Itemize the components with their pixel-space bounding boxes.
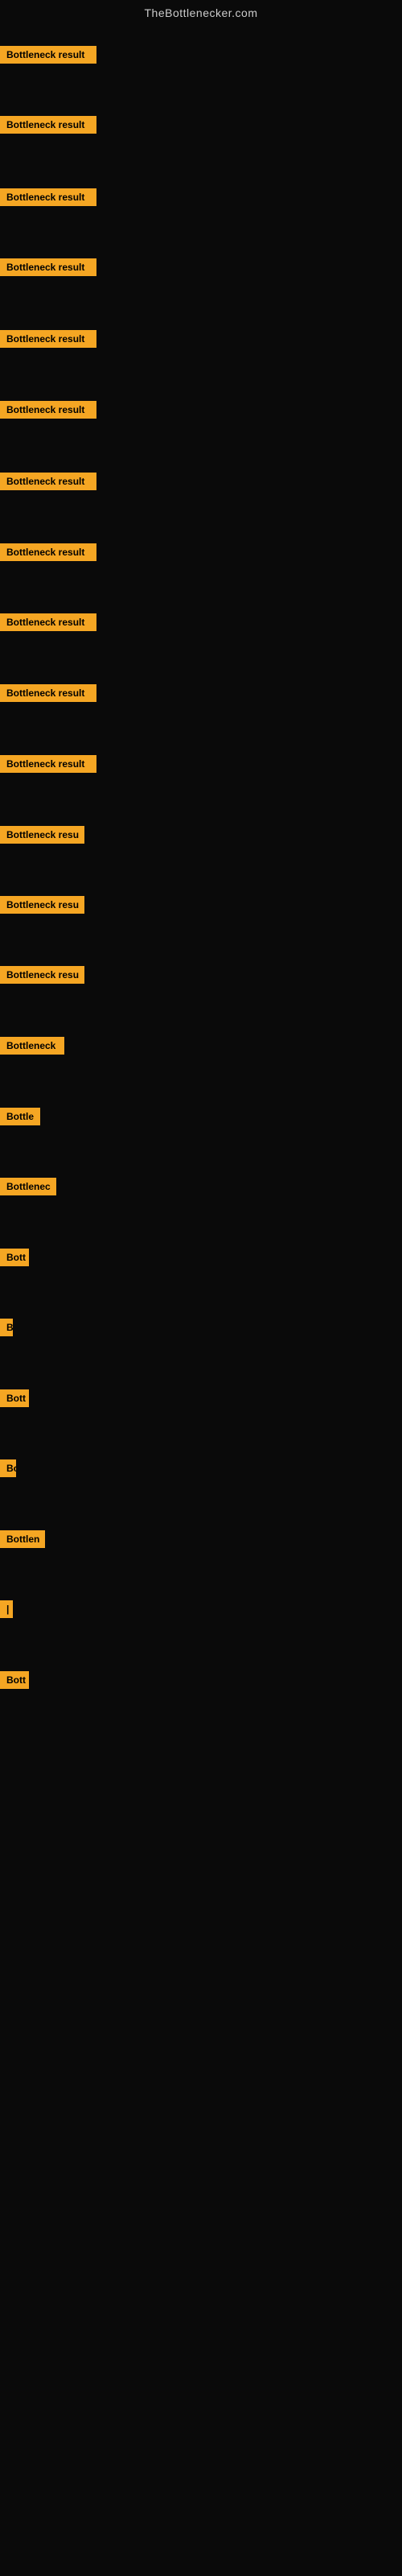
bottleneck-badge: Bottleneck result bbox=[0, 684, 96, 702]
bottleneck-badge: Bottle bbox=[0, 1108, 40, 1125]
bottleneck-result-item[interactable]: Bottleneck result bbox=[0, 543, 96, 565]
site-title: TheBottlenecker.com bbox=[0, 0, 402, 23]
bottleneck-badge: Bottlen bbox=[0, 1530, 45, 1548]
bottleneck-result-item[interactable]: Bottleneck result bbox=[0, 46, 96, 68]
bottleneck-result-item[interactable]: Bo bbox=[0, 1459, 16, 1481]
bottleneck-badge: Bott bbox=[0, 1389, 29, 1407]
bottleneck-badge: Bott bbox=[0, 1249, 29, 1266]
bottleneck-badge: Bottleneck result bbox=[0, 188, 96, 206]
bottleneck-badge: Bottleneck result bbox=[0, 755, 96, 773]
bottleneck-result-item[interactable]: Bottlenec bbox=[0, 1178, 56, 1199]
bottleneck-badge: Bottleneck resu bbox=[0, 966, 84, 984]
bottleneck-badge: B bbox=[0, 1319, 13, 1336]
bottleneck-result-item[interactable]: Bottleneck result bbox=[0, 684, 96, 706]
bottleneck-result-item[interactable]: Bott bbox=[0, 1671, 29, 1693]
bottleneck-badge: Bo bbox=[0, 1459, 16, 1477]
bottleneck-result-item[interactable]: | bbox=[0, 1600, 13, 1622]
bottleneck-result-item[interactable]: B bbox=[0, 1319, 13, 1340]
bottleneck-result-item[interactable]: Bottleneck result bbox=[0, 755, 96, 777]
bottleneck-result-item[interactable]: Bottleneck resu bbox=[0, 826, 84, 848]
bottleneck-badge: Bottleneck result bbox=[0, 116, 96, 134]
bottleneck-badge: Bottleneck result bbox=[0, 613, 96, 631]
bottleneck-result-item[interactable]: Bottleneck resu bbox=[0, 896, 84, 918]
bottleneck-result-item[interactable]: Bottleneck result bbox=[0, 473, 96, 494]
bottleneck-badge: Bottleneck resu bbox=[0, 826, 84, 844]
bottleneck-badge: Bott bbox=[0, 1671, 29, 1689]
bottleneck-badge: Bottleneck result bbox=[0, 46, 96, 64]
bottleneck-badge: Bottleneck result bbox=[0, 543, 96, 561]
bottleneck-result-item[interactable]: Bott bbox=[0, 1249, 29, 1270]
bottleneck-result-item[interactable]: Bottleneck bbox=[0, 1037, 64, 1059]
bottleneck-result-item[interactable]: Bottleneck resu bbox=[0, 966, 84, 988]
bottleneck-result-item[interactable]: Bottleneck result bbox=[0, 330, 96, 352]
bottleneck-badge: Bottleneck result bbox=[0, 330, 96, 348]
bottleneck-result-item[interactable]: Bott bbox=[0, 1389, 29, 1411]
bottleneck-result-item[interactable]: Bottle bbox=[0, 1108, 40, 1129]
bottleneck-badge: Bottleneck result bbox=[0, 473, 96, 490]
bottleneck-result-item[interactable]: Bottleneck result bbox=[0, 116, 96, 138]
bottleneck-result-item[interactable]: Bottleneck result bbox=[0, 258, 96, 280]
bottleneck-result-item[interactable]: Bottleneck result bbox=[0, 613, 96, 635]
bottleneck-badge: Bottlenec bbox=[0, 1178, 56, 1195]
bottleneck-result-item[interactable]: Bottlen bbox=[0, 1530, 45, 1552]
bottleneck-badge: | bbox=[0, 1600, 13, 1618]
bottleneck-result-item[interactable]: Bottleneck result bbox=[0, 401, 96, 423]
bottleneck-result-item[interactable]: Bottleneck result bbox=[0, 188, 96, 210]
bottleneck-badge: Bottleneck bbox=[0, 1037, 64, 1055]
bottleneck-badge: Bottleneck result bbox=[0, 258, 96, 276]
bottleneck-badge: Bottleneck result bbox=[0, 401, 96, 419]
bottleneck-badge: Bottleneck resu bbox=[0, 896, 84, 914]
